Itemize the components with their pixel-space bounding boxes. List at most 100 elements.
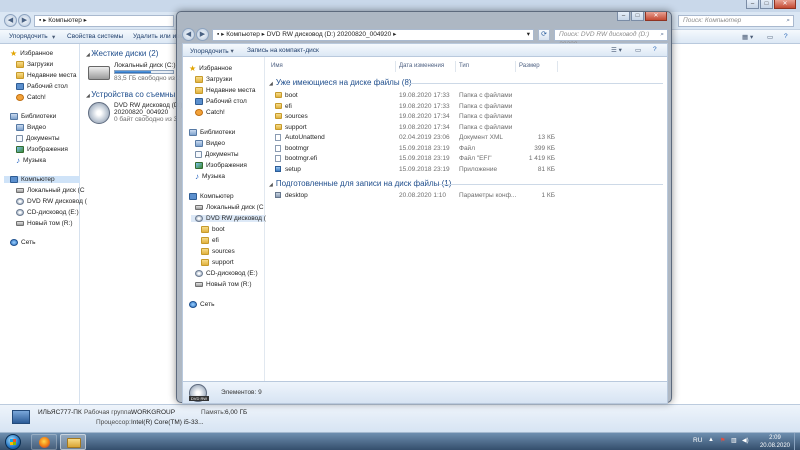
nav-libraries[interactable]: Библиотеки	[10, 113, 56, 120]
nav-dvd-rw[interactable]: DVD RW дисковод (	[16, 198, 87, 205]
file-icon	[275, 134, 281, 141]
file-row-sources[interactable]: sources 19.08.2020 17:34 Папка с файлами	[267, 112, 667, 123]
dialog-organize-button[interactable]: Упорядочить ▾	[190, 47, 234, 55]
minimize-button[interactable]: –	[746, 0, 759, 9]
nav-video[interactable]: Видео	[16, 124, 46, 131]
help-icon[interactable]: ?	[784, 33, 788, 40]
dialog-view-options-icon[interactable]: ☰ ▾	[611, 46, 622, 54]
volume-icon[interactable]: ◀)	[742, 437, 749, 444]
dialog-back-button[interactable]: ◀	[182, 28, 195, 41]
dlg-nav-sources[interactable]: sources	[201, 248, 235, 255]
section-existing-files[interactable]: ◢ Уже имеющиеся на диске файлы (8)	[269, 78, 412, 87]
dlg-nav-pictures[interactable]: Изображения	[195, 162, 247, 169]
column-header-size[interactable]: Размер	[519, 63, 540, 69]
file-row-bootmgr[interactable]: bootmgr 15.09.2018 23:19 Файл 399 КБ	[267, 144, 667, 155]
dlg-nav-efi[interactable]: efi	[201, 237, 219, 244]
nav-catch[interactable]: Catch!	[16, 94, 46, 101]
dialog-forward-button[interactable]: ▶	[196, 28, 209, 41]
dialog-preview-pane-icon[interactable]: ▭	[635, 46, 641, 54]
dialog-titlebar[interactable]: – □ ✕	[177, 12, 671, 26]
section-pending-files[interactable]: ◢ Подготовленные для записи на диск файлы…	[269, 179, 451, 188]
tray-expand-icon[interactable]: ▲	[708, 437, 714, 443]
dialog-close-button[interactable]: ✕	[645, 12, 667, 21]
organize-button[interactable]: Упорядочить	[9, 33, 48, 40]
file-row-bootmgr-efi[interactable]: bootmgr.efi 15.09.2018 23:19 Файл "EFI" 1 4…	[267, 154, 667, 165]
background-content-area: ◢ Жесткие диски (2) Локальный диск (C:) …	[82, 44, 183, 404]
file-row-autounattend[interactable]: AutoUnattend 02.04.2019 23:06 Документ XML…	[267, 133, 667, 144]
dlg-nav-network[interactable]: Сеть	[189, 301, 214, 308]
close-button[interactable]: ✕	[774, 0, 796, 9]
dlg-nav-cd-e[interactable]: CD-дисковод (E:)	[195, 270, 258, 277]
nav-documents[interactable]: Документы	[16, 135, 60, 142]
dlg-nav-local-disk-c[interactable]: Локальный диск (C	[195, 204, 264, 211]
file-row-boot[interactable]: boot 19.08.2020 17:33 Папка с файлами	[267, 91, 667, 102]
forward-button[interactable]: ▶	[18, 14, 31, 27]
group-removable[interactable]: ◢ Устройства со съемны	[86, 90, 175, 99]
dlg-nav-catch[interactable]: Catch!	[195, 109, 225, 116]
start-button[interactable]	[5, 434, 21, 450]
system-properties-button[interactable]: Свойства системы	[67, 33, 123, 40]
dlg-nav-libraries[interactable]: Библиотеки	[189, 129, 235, 136]
nav-favorites[interactable]: ★ Избранное	[10, 50, 53, 58]
dialog-address-bar[interactable]: ▪ ▸ Компьютер ▸ DVD RW дисковод (D:) 202…	[212, 29, 534, 41]
nav-network[interactable]: Сеть	[10, 239, 35, 246]
desktop-icon	[195, 98, 203, 105]
show-desktop-button[interactable]	[794, 433, 800, 450]
action-center-icon[interactable]: ⚑	[720, 437, 725, 444]
nav-downloads[interactable]: Загрузки	[16, 61, 53, 68]
nav-local-disk-c[interactable]: Локальный диск (C	[16, 187, 85, 194]
view-options-icon[interactable]: ▦ ▾	[742, 33, 753, 41]
taskbar-firefox-button[interactable]	[31, 434, 57, 450]
drive-c-free: 83,5 ГБ свободно из 2	[114, 75, 181, 82]
dlg-nav-recent[interactable]: Недавние места	[195, 87, 256, 94]
address-bar[interactable]: ▪ ▸ Компьютер ▸	[34, 15, 174, 27]
column-header-type[interactable]: Тип	[459, 63, 469, 69]
search-input[interactable]: Поиск: Компьютер ⌕	[678, 15, 794, 27]
network-tray-icon[interactable]: ▥	[731, 437, 737, 444]
maximize-button[interactable]: □	[760, 0, 773, 9]
group-hard-disks[interactable]: ◢ Жесткие диски (2)	[86, 49, 158, 58]
refresh-button[interactable]: ⟳	[538, 29, 550, 41]
column-header-date[interactable]: Дата изменения	[399, 63, 444, 69]
nav-computer[interactable]: Компьютер	[4, 176, 80, 183]
file-row-support[interactable]: support 19.08.2020 17:34 Папка с файлами	[267, 123, 667, 134]
folder-icon	[275, 113, 282, 119]
address-drive-crumb[interactable]: DVD RW дисковод (D:) 20200820_004920	[267, 31, 392, 38]
nav-recent-places[interactable]: Недавние места	[16, 72, 77, 79]
dlg-nav-documents[interactable]: Документы	[195, 151, 239, 158]
dlg-nav-new-volume-r[interactable]: Новый том (R:)	[195, 281, 252, 288]
column-header-name[interactable]: Имя	[271, 63, 283, 69]
nav-desktop[interactable]: Рабочий стол	[16, 83, 68, 90]
nav-pictures[interactable]: Изображения	[16, 146, 68, 153]
dlg-nav-downloads[interactable]: Загрузки	[195, 76, 232, 83]
clock[interactable]: 2:09 20.08.2020	[760, 434, 790, 450]
dlg-nav-dvd-rw[interactable]: DVD RW дисковод (	[191, 215, 266, 222]
dialog-search-input[interactable]: Поиск: DVD RW дисковод (D:) 20200... ⌕	[554, 29, 668, 48]
file-row-efi[interactable]: efi 19.08.2020 17:33 Папка с файлами	[267, 102, 667, 113]
nav-music[interactable]: ♪ Музыка	[16, 157, 46, 165]
address-computer-crumb[interactable]: Компьютер	[226, 31, 260, 38]
preview-pane-icon[interactable]: ▭	[767, 33, 773, 41]
dialog-help-icon[interactable]: ?	[653, 46, 657, 53]
dlg-nav-support[interactable]: support	[201, 259, 234, 266]
drive-tile-c[interactable]: Локальный диск (C:) 83,5 ГБ свободно из …	[88, 62, 180, 82]
dvd-badge-text: DVD RW	[189, 396, 209, 401]
dlg-nav-favorites[interactable]: ★ Избранное	[189, 65, 232, 73]
nav-cd-e[interactable]: CD-дисковод (E:)	[16, 209, 79, 216]
dialog-maximize-button[interactable]: □	[631, 12, 644, 21]
taskbar-explorer-button[interactable]	[60, 434, 86, 450]
drive-tile-d[interactable]: DVD RW дисковод (D:) 20200820_004920 0 б…	[88, 102, 183, 124]
dlg-nav-music[interactable]: ♪ Музыка	[195, 173, 225, 181]
back-button[interactable]: ◀	[4, 14, 17, 27]
nav-new-volume-r[interactable]: Новый том (R:)	[16, 220, 73, 227]
burn-to-disc-button[interactable]: Запись на компакт-диск	[247, 47, 319, 54]
file-row-desktop[interactable]: desktop 20.08.2020 1:10 Параметры конф... 1…	[267, 191, 667, 202]
file-row-setup[interactable]: setup 15.09.2018 23:19 Приложение 81 КБ	[267, 165, 667, 176]
dialog-minimize-button[interactable]: –	[617, 12, 630, 21]
address-dropdown-icon[interactable]: ▾	[527, 30, 530, 40]
dlg-nav-boot[interactable]: boot	[201, 226, 225, 233]
dlg-nav-computer[interactable]: Компьютер	[189, 193, 234, 200]
dlg-nav-desktop[interactable]: Рабочий стол	[195, 98, 247, 105]
dlg-nav-video[interactable]: Видео	[195, 140, 225, 147]
language-indicator[interactable]: RU	[693, 437, 702, 444]
